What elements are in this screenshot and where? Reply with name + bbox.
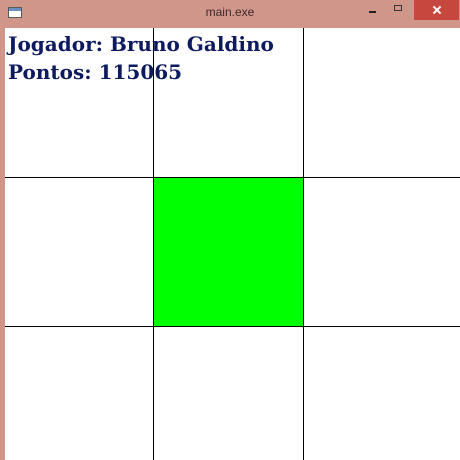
hud: Jogador: Bruno Galdino Pontos: 115065 bbox=[8, 30, 274, 86]
grid-line-horizontal bbox=[5, 177, 460, 178]
minimize-icon[interactable] bbox=[360, 0, 386, 20]
player-label: Jogador: bbox=[8, 32, 103, 56]
maximize-icon[interactable] bbox=[386, 0, 412, 20]
title-bar[interactable]: main.exe bbox=[0, 0, 460, 28]
grid-line-vertical bbox=[303, 28, 304, 460]
points-line: Pontos: 115065 bbox=[8, 58, 274, 86]
grid-cell-active[interactable] bbox=[154, 178, 303, 326]
game-window: main.exe Jogador: Bruno Galdino Pontos: … bbox=[0, 0, 460, 460]
game-canvas[interactable]: Jogador: Bruno Galdino Pontos: 115065 bbox=[5, 28, 460, 460]
player-name: Bruno Galdino bbox=[109, 32, 274, 56]
player-line: Jogador: Bruno Galdino bbox=[8, 30, 274, 58]
close-icon[interactable] bbox=[414, 0, 459, 20]
grid-line-horizontal bbox=[5, 326, 460, 327]
points-label: Pontos: bbox=[8, 60, 92, 84]
grid-line-vertical bbox=[153, 28, 154, 460]
points-value: 115065 bbox=[98, 60, 183, 84]
